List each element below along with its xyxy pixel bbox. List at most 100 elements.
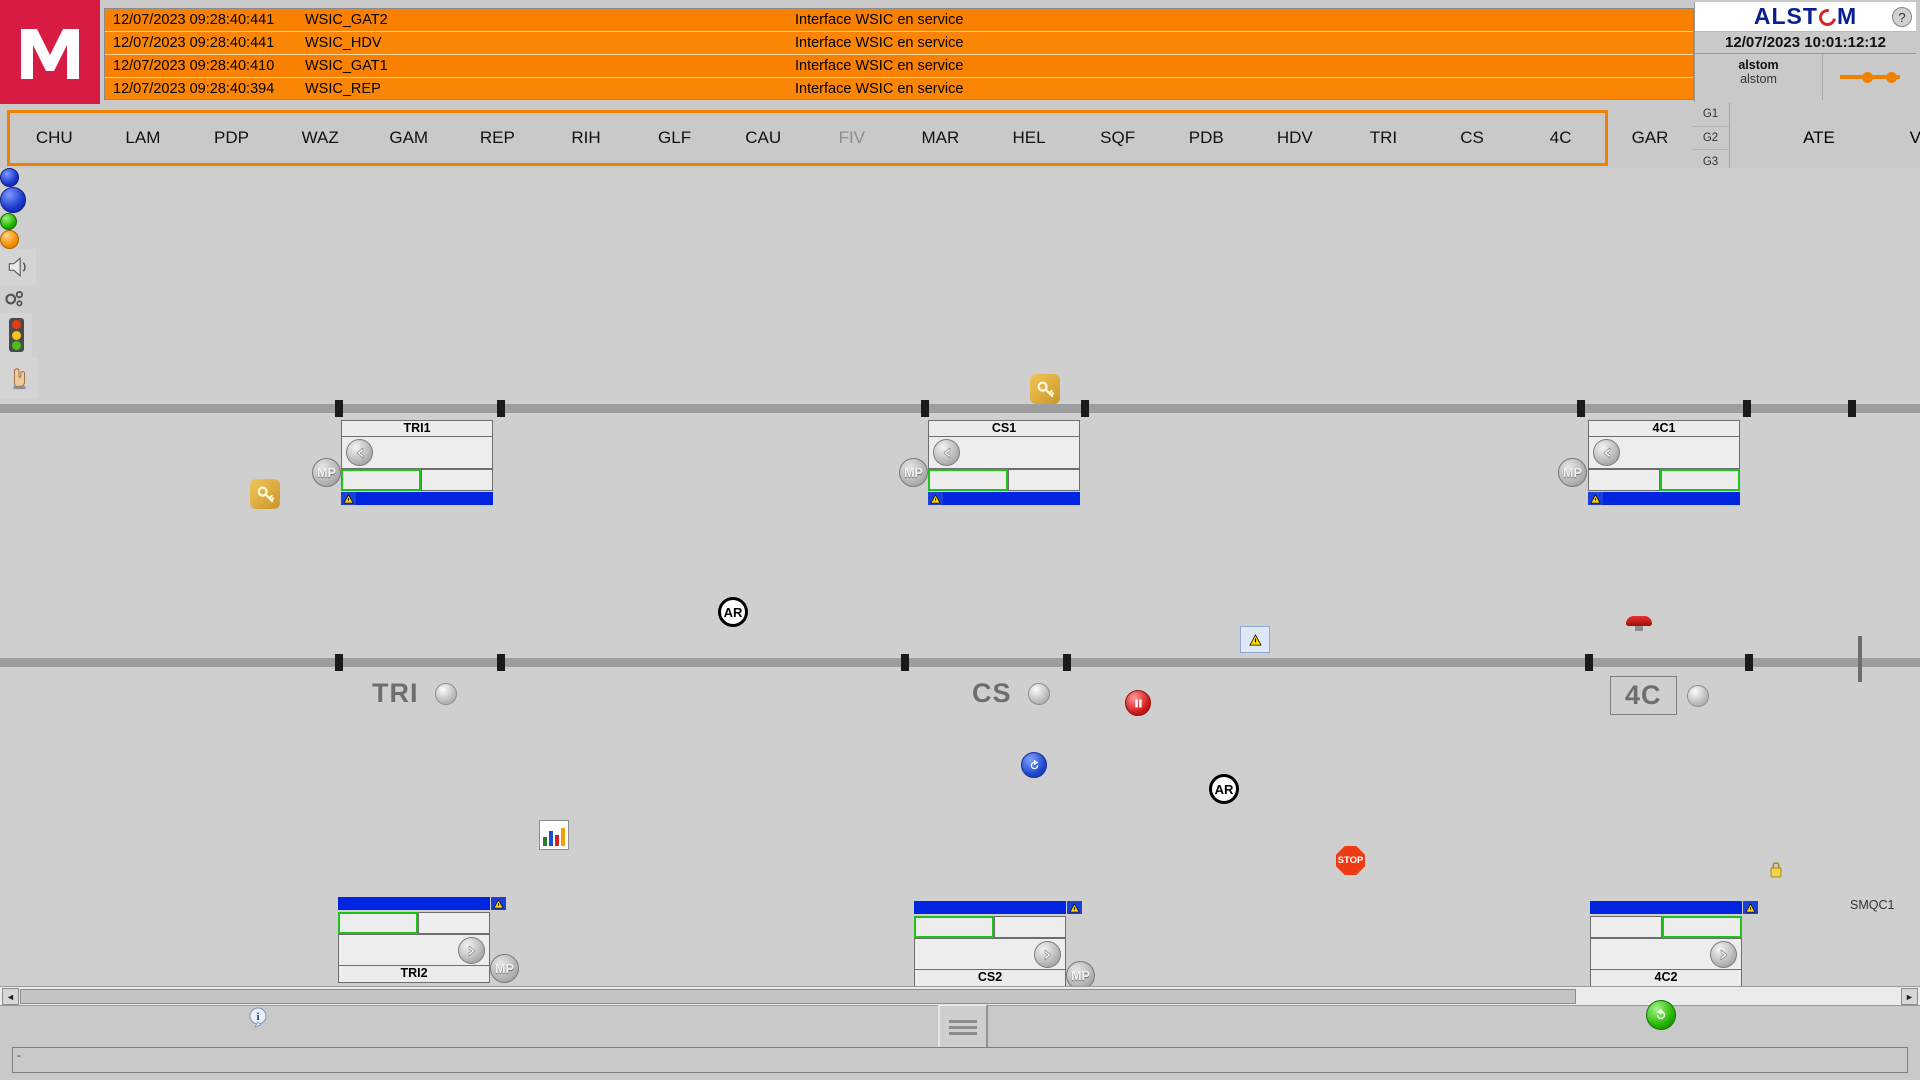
station-cell-active[interactable]	[1660, 469, 1740, 491]
traffic-light-icon[interactable]	[0, 313, 32, 357]
station-cell-active[interactable]	[1662, 916, 1742, 938]
alarm-row[interactable]: 12/07/2023 09:28:40:410 WSIC_GAT1 Interf…	[105, 55, 1693, 78]
station-block-cs1[interactable]: CS1	[928, 420, 1080, 505]
alarm-row[interactable]: 12/07/2023 09:28:40:394 WSIC_REP Interfa…	[105, 78, 1693, 99]
scroll-thumb[interactable]	[20, 989, 1576, 1004]
nav-tab-rep[interactable]: REP	[453, 128, 542, 148]
station-cell-idle[interactable]	[994, 916, 1066, 938]
mp-badge[interactable]: MP	[1558, 458, 1587, 487]
bottom-reset-button[interactable]	[1646, 1000, 1676, 1030]
nav-tab-cau[interactable]: CAU	[719, 128, 808, 148]
hand-operation-icon[interactable]	[0, 357, 38, 399]
warning-icon[interactable]	[928, 492, 943, 505]
indicator-lamp-orange[interactable]	[0, 230, 19, 249]
station-cell-idle[interactable]	[1008, 469, 1080, 491]
platform-bar[interactable]	[914, 901, 1082, 914]
speaker-icon[interactable]	[0, 249, 36, 285]
platform-bar[interactable]	[1590, 901, 1758, 914]
warning-icon[interactable]	[1743, 901, 1758, 914]
zone-indicator-tri[interactable]	[434, 682, 457, 705]
nav-tab-glf[interactable]: GLF	[630, 128, 719, 148]
nav-tab-ve[interactable]: VE	[1866, 128, 1920, 148]
mp-badge[interactable]: MP	[490, 954, 519, 983]
scroll-right-button[interactable]: ►	[1901, 988, 1918, 1005]
stop-button[interactable]: STOP	[1336, 846, 1365, 875]
alarm-list[interactable]: 12/07/2023 09:28:40:441 WSIC_GAT2 Interf…	[104, 8, 1694, 100]
lock-icon[interactable]	[1769, 861, 1783, 884]
alarm-row[interactable]: 12/07/2023 09:28:40:441 WSIC_HDV Interfa…	[105, 32, 1693, 55]
route-back-button[interactable]	[933, 439, 960, 466]
mushroom-button-icon[interactable]	[1626, 616, 1652, 631]
station-block-cs2[interactable]: CS2	[914, 901, 1082, 987]
nav-tab-lam[interactable]: LAM	[99, 128, 188, 148]
nav-tab-hel[interactable]: HEL	[985, 128, 1074, 148]
group-g1[interactable]: G1	[1692, 103, 1729, 127]
zone-label-4c[interactable]: 4C	[1610, 676, 1677, 715]
indicator-lamp-blue[interactable]	[0, 187, 26, 213]
key-icon[interactable]	[1030, 374, 1060, 404]
nav-tab-pdb[interactable]: PDB	[1162, 128, 1251, 148]
nav-tab-gar[interactable]: GAR	[1614, 128, 1686, 148]
nav-tab-mar[interactable]: MAR	[896, 128, 985, 148]
station-cell-active[interactable]	[341, 469, 421, 491]
help-button[interactable]: ?	[1892, 7, 1912, 27]
warning-icon[interactable]	[491, 897, 506, 910]
nav-tab-ate[interactable]: ATE	[1764, 128, 1874, 148]
nav-tab-cs[interactable]: CS	[1428, 128, 1517, 148]
nav-tab-fiv[interactable]: FIV	[807, 128, 896, 148]
nav-tab-hdv[interactable]: HDV	[1251, 128, 1340, 148]
gear-icon[interactable]	[0, 285, 28, 313]
warning-panel-icon[interactable]	[1240, 626, 1270, 653]
station-cell-idle[interactable]	[418, 912, 490, 934]
route-back-button[interactable]	[1593, 439, 1620, 466]
marker-ar-lower[interactable]: AR	[1209, 774, 1239, 804]
menu-button[interactable]	[938, 1004, 988, 1050]
indicator-lamp-green[interactable]	[0, 213, 17, 230]
route-forward-button[interactable]	[458, 937, 485, 964]
chart-icon[interactable]	[539, 820, 569, 850]
station-block-tri1[interactable]: TRI1	[341, 420, 493, 505]
platform-bar[interactable]	[928, 492, 1080, 505]
station-cell-active[interactable]	[928, 469, 1008, 491]
nav-tab-gam[interactable]: GAM	[364, 128, 453, 148]
station-cell-idle[interactable]	[1590, 916, 1662, 938]
alarm-row[interactable]: 12/07/2023 09:28:40:441 WSIC_GAT2 Interf…	[105, 9, 1693, 32]
station-cell-idle[interactable]	[421, 469, 493, 491]
nav-tab-tri[interactable]: TRI	[1339, 128, 1428, 148]
info-icon[interactable]: i	[247, 1007, 269, 1029]
warning-icon[interactable]	[1067, 901, 1082, 914]
nav-tab-chu[interactable]: CHU	[10, 128, 99, 148]
platform-bar[interactable]	[338, 897, 506, 910]
route-back-button[interactable]	[346, 439, 373, 466]
platform-bar[interactable]	[1588, 492, 1740, 505]
route-forward-button[interactable]	[1710, 941, 1737, 968]
nav-tab-4c[interactable]: 4C	[1516, 128, 1605, 148]
nav-tab-sqf[interactable]: SQF	[1073, 128, 1162, 148]
station-cell-idle[interactable]	[1588, 469, 1660, 491]
station-cell-active[interactable]	[914, 916, 994, 938]
warning-icon[interactable]	[1588, 492, 1603, 505]
marker-ar-upper[interactable]: AR	[718, 597, 748, 627]
station-block-tri2[interactable]: TRI2	[338, 897, 506, 983]
pause-button[interactable]	[1125, 690, 1151, 716]
key-icon[interactable]	[250, 479, 280, 509]
platform-bar[interactable]	[341, 492, 493, 505]
station-cell-active[interactable]	[338, 912, 418, 934]
group-g2[interactable]: G2	[1692, 127, 1729, 151]
zone-indicator-cs[interactable]	[1027, 682, 1050, 705]
mp-badge[interactable]: MP	[312, 458, 341, 487]
nav-tab-waz[interactable]: WAZ	[276, 128, 365, 148]
mp-badge[interactable]: MP	[899, 458, 928, 487]
station-block-4c1[interactable]: 4C1	[1588, 420, 1740, 505]
nav-tab-rih[interactable]: RIH	[542, 128, 631, 148]
station-block-4c2[interactable]: 4C2	[1590, 901, 1758, 987]
status-bar[interactable]: -	[12, 1047, 1908, 1073]
indicator-lamp-blue[interactable]	[0, 168, 19, 187]
warning-icon[interactable]	[341, 492, 356, 505]
zone-indicator-4c[interactable]	[1686, 684, 1709, 707]
scroll-left-button[interactable]: ◄	[2, 988, 19, 1005]
horizontal-scrollbar[interactable]: ◄ ►	[0, 986, 1920, 1006]
nav-tab-pdp[interactable]: PDP	[187, 128, 276, 148]
reset-cw-button[interactable]	[1021, 752, 1047, 778]
route-forward-button[interactable]	[1034, 941, 1061, 968]
